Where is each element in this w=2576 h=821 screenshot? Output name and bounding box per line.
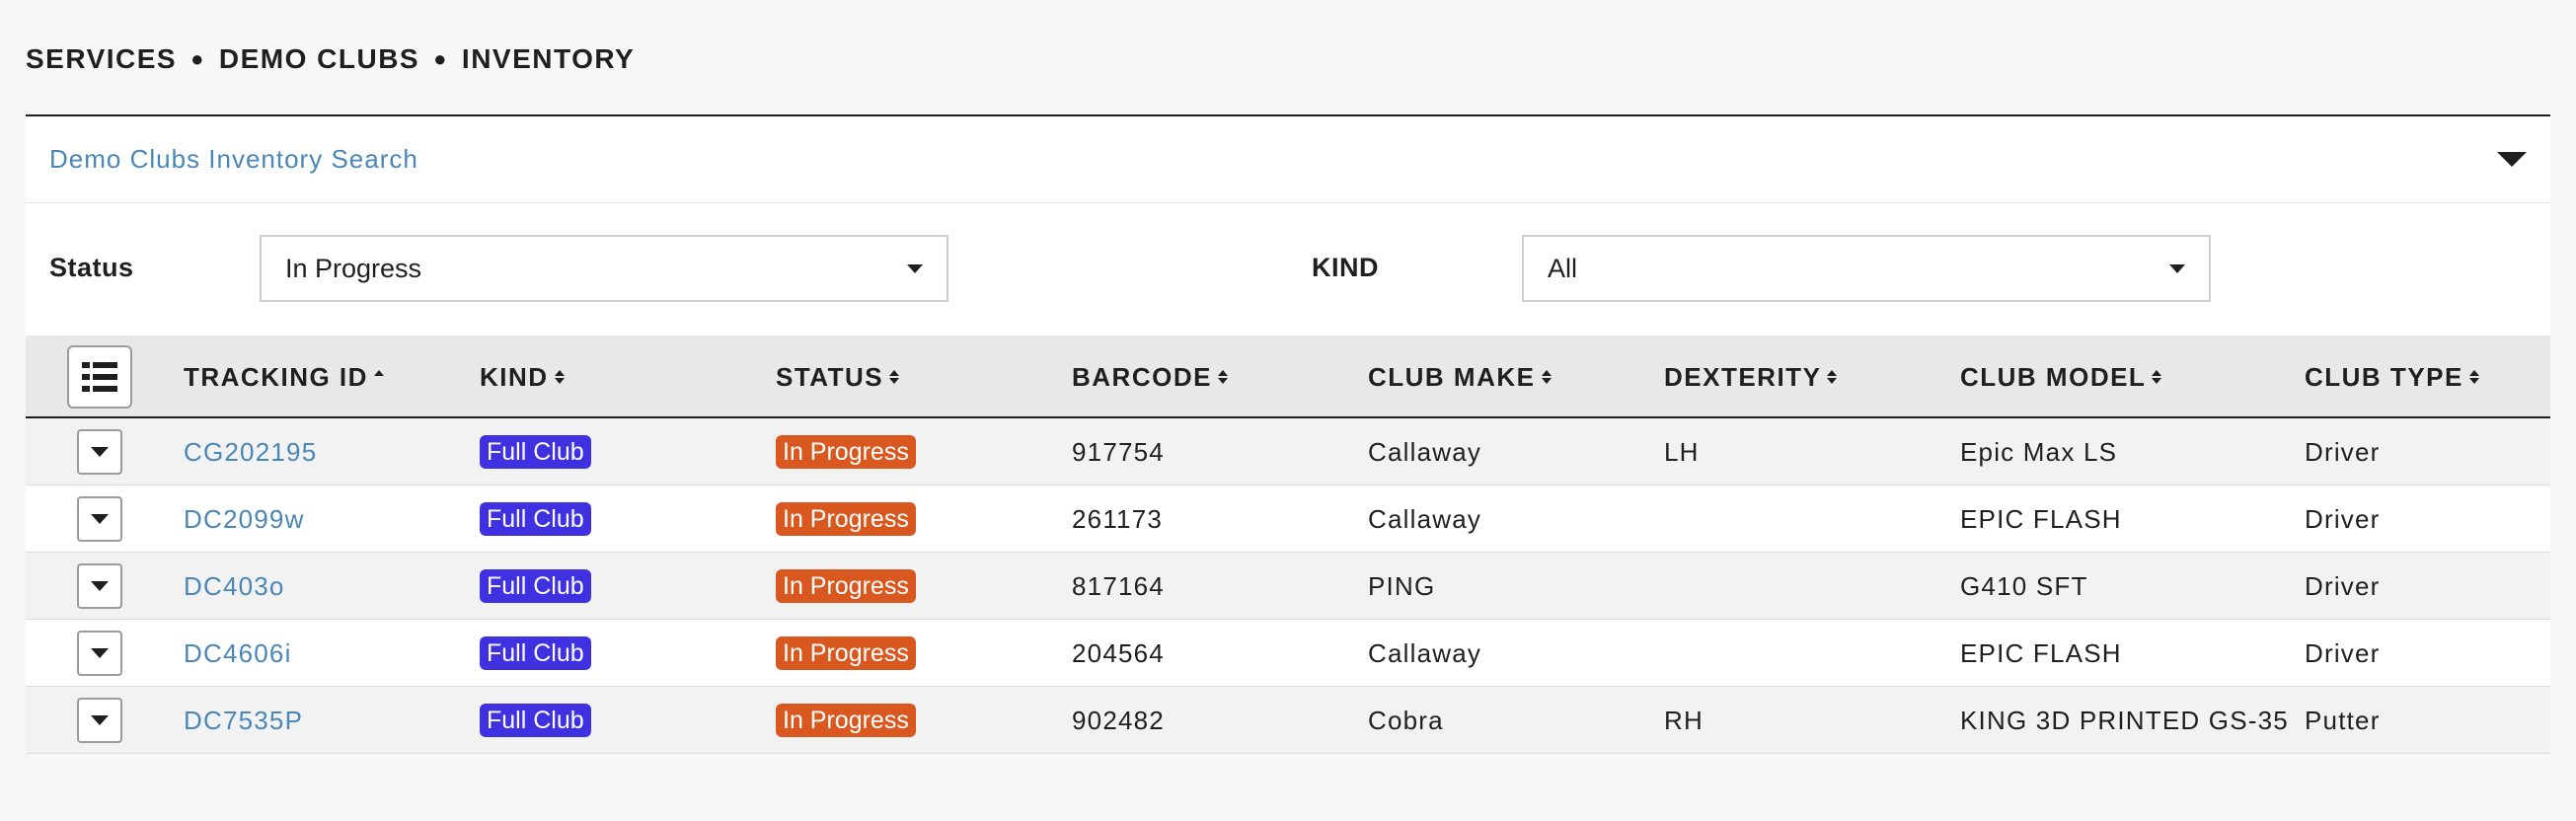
club-make-cell: PING	[1368, 570, 1436, 601]
kind-select[interactable]: All	[1522, 235, 2211, 302]
column-header-kind[interactable]: KIND	[480, 336, 565, 418]
table-row[interactable]: DC2099w Full Club In Progress 261173 Cal…	[26, 485, 2550, 553]
barcode-cell: 917754	[1072, 436, 1165, 467]
tracking-id-link[interactable]: DC7535P	[184, 687, 303, 754]
status-select[interactable]: In Progress	[260, 235, 948, 302]
table-header: TRACKING ID KIND STATUS BARCODE CLUB MAK…	[26, 336, 2550, 418]
club-model-cell: G410 SFT	[1960, 570, 2088, 601]
status-badge: In Progress	[776, 569, 916, 603]
sort-icon	[889, 370, 900, 384]
club-model-cell: KING 3D PRINTED GS-35	[1960, 705, 2289, 735]
kind-filter-label: KIND	[1312, 253, 1379, 282]
sort-icon	[1541, 370, 1552, 384]
status-badge: In Progress	[776, 636, 916, 670]
club-type-cell: Putter	[2305, 705, 2381, 735]
club-type-cell: Driver	[2305, 503, 2381, 534]
column-header-status[interactable]: STATUS	[776, 336, 900, 418]
sort-icon	[554, 370, 565, 384]
club-type-cell: Driver	[2305, 436, 2381, 467]
column-header-barcode[interactable]: BARCODE	[1072, 336, 1228, 418]
row-expand-button[interactable]	[77, 429, 122, 475]
search-panel-title[interactable]: Demo Clubs Inventory Search	[49, 144, 418, 175]
status-badge: In Progress	[776, 502, 916, 536]
column-header-dexterity[interactable]: DEXTERITY	[1664, 336, 1838, 418]
club-make-cell: Cobra	[1368, 705, 1444, 735]
kind-badge: Full Club	[480, 435, 591, 469]
inventory-table: TRACKING ID KIND STATUS BARCODE CLUB MAK…	[26, 336, 2550, 754]
breadcrumb-separator: ●	[190, 46, 205, 71]
sort-icon	[2468, 370, 2479, 384]
tracking-id-link[interactable]: DC2099w	[184, 485, 305, 553]
kind-badge: Full Club	[480, 704, 591, 737]
club-model-cell: Epic Max LS	[1960, 436, 2118, 467]
club-model-cell: EPIC FLASH	[1960, 637, 2122, 668]
column-header-club-make[interactable]: CLUB MAKE	[1368, 336, 1552, 418]
chevron-down-icon	[91, 715, 109, 725]
breadcrumb-inventory: INVENTORY	[461, 43, 636, 74]
sort-icon	[1827, 370, 1838, 384]
list-icon	[82, 362, 117, 392]
club-make-cell: Callaway	[1368, 637, 1482, 668]
row-expand-button[interactable]	[77, 698, 122, 743]
barcode-cell: 204564	[1072, 637, 1165, 668]
club-type-cell: Driver	[2305, 570, 2381, 601]
column-header-club-model[interactable]: CLUB MODEL	[1960, 336, 2162, 418]
column-header-club-type[interactable]: CLUB TYPE	[2305, 336, 2479, 418]
row-expand-button[interactable]	[77, 631, 122, 676]
kind-badge: Full Club	[480, 502, 591, 536]
search-panel-header[interactable]: Demo Clubs Inventory Search	[26, 116, 2550, 203]
row-expand-button[interactable]	[77, 496, 122, 542]
club-type-cell: Driver	[2305, 637, 2381, 668]
tracking-id-link[interactable]: DC4606i	[184, 620, 292, 687]
table-row[interactable]: DC403o Full Club In Progress 817164 PING…	[26, 553, 2550, 620]
club-make-cell: Callaway	[1368, 503, 1482, 534]
barcode-cell: 261173	[1072, 503, 1164, 534]
kind-select-value: All	[1548, 253, 1578, 283]
breadcrumb-separator: ●	[433, 46, 448, 71]
breadcrumb-services[interactable]: SERVICES	[26, 43, 177, 75]
table-row[interactable]: DC7535P Full Club In Progress 902482 Cob…	[26, 687, 2550, 754]
breadcrumb-demo-clubs[interactable]: DEMO CLUBS	[219, 43, 419, 75]
sort-ascending-icon	[373, 370, 384, 384]
status-badge: In Progress	[776, 435, 916, 469]
tracking-id-link[interactable]: CG202195	[184, 418, 317, 485]
sort-icon	[1217, 370, 1228, 384]
chevron-down-icon	[91, 581, 109, 591]
club-make-cell: Callaway	[1368, 436, 1482, 467]
chevron-down-icon	[91, 514, 109, 524]
page: SERVICES ● DEMO CLUBS ● INVENTORY Demo C…	[0, 0, 2576, 821]
sort-icon	[2152, 370, 2162, 384]
dexterity-cell: RH	[1664, 705, 1704, 735]
search-panel: Demo Clubs Inventory Search	[26, 114, 2550, 336]
barcode-cell: 902482	[1072, 705, 1165, 735]
status-badge: In Progress	[776, 704, 916, 737]
barcode-cell: 817164	[1072, 570, 1165, 601]
table-row[interactable]: CG202195 Full Club In Progress 917754 Ca…	[26, 418, 2550, 485]
chevron-down-icon[interactable]	[2497, 152, 2527, 167]
kind-badge: Full Club	[480, 636, 591, 670]
column-header-tracking-id[interactable]: TRACKING ID	[184, 336, 384, 418]
row-expand-button[interactable]	[77, 563, 122, 609]
status-filter-label: Status	[49, 253, 134, 282]
kind-badge: Full Club	[480, 569, 591, 603]
caret-down-icon	[907, 263, 923, 273]
club-model-cell: EPIC FLASH	[1960, 503, 2122, 534]
tracking-id-link[interactable]: DC403o	[184, 553, 285, 620]
column-picker-button[interactable]	[67, 345, 132, 409]
caret-down-icon	[2169, 263, 2185, 273]
status-select-value: In Progress	[285, 253, 422, 283]
breadcrumb: SERVICES ● DEMO CLUBS ● INVENTORY	[26, 43, 635, 75]
table-row[interactable]: DC4606i Full Club In Progress 204564 Cal…	[26, 620, 2550, 687]
chevron-down-icon	[91, 447, 109, 457]
dexterity-cell: LH	[1664, 436, 1700, 467]
chevron-down-icon	[91, 648, 109, 658]
